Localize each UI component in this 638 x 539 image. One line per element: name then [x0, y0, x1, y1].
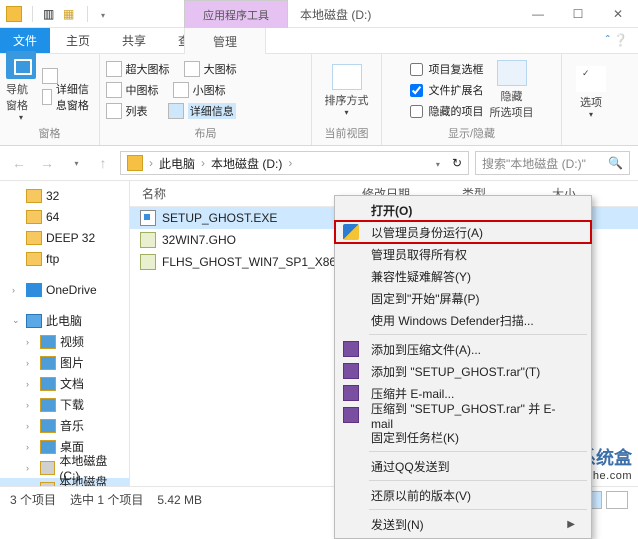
breadcrumb-thispc[interactable]: 此电脑: [159, 155, 195, 172]
pc-icon: [26, 314, 42, 328]
col-name: 名称: [130, 185, 350, 202]
rar-icon: [343, 407, 359, 423]
tree-folder-ftp[interactable]: ftp: [0, 248, 129, 269]
rar-icon: [343, 385, 359, 401]
status-count: 3 个项目: [10, 491, 56, 508]
view-thumbs-button[interactable]: [606, 491, 628, 509]
gho-icon: [140, 254, 156, 270]
tree-onedrive[interactable]: ›OneDrive: [0, 279, 129, 300]
back-button[interactable]: ←: [8, 152, 30, 174]
rar-icon: [343, 363, 359, 379]
view-list[interactable]: 列表 详细信息: [106, 102, 306, 120]
history-dropdown[interactable]: [64, 152, 86, 174]
search-placeholder: 搜索"本地磁盘 (D:)": [482, 155, 586, 172]
tree-thispc[interactable]: ⌄此电脑: [0, 310, 129, 331]
help-icon[interactable]: ˆ ❔: [606, 33, 628, 47]
context-menu: 打开(O) 以管理员身份运行(A) 管理员取得所有权 兼容性疑难解答(Y) 固定…: [334, 195, 592, 539]
tree-pictures[interactable]: ›图片: [0, 352, 129, 373]
breadcrumb-drive[interactable]: 本地磁盘 (D:): [211, 155, 282, 172]
ctx-compress-rar-email[interactable]: 压缩到 "SETUP_GHOST.rar" 并 E-mail: [335, 404, 591, 426]
ctx-run-as-admin[interactable]: 以管理员身份运行(A): [335, 221, 591, 243]
hide-icon: [497, 60, 527, 86]
chk-item-checkboxes[interactable]: 项目复选框: [410, 60, 484, 78]
close-button[interactable]: ✕: [598, 0, 638, 28]
shield-icon: [343, 224, 359, 240]
ctx-qq-send[interactable]: 通过QQ发送到: [335, 455, 591, 477]
ribbon: 导航窗格▾ 预览窗格 详细信息窗格 窗格 超大图标 大图标 中图标 小图标 列表…: [0, 54, 638, 146]
nav-tree[interactable]: 32 64 DEEP 32 ftp ›OneDrive ⌄此电脑 ›视频 ›图片…: [0, 181, 130, 495]
ctx-add-archive[interactable]: 添加到压缩文件(A)...: [335, 338, 591, 360]
sort-button[interactable]: 排序方式▾: [325, 64, 369, 117]
qat-dropdown-icon[interactable]: [98, 7, 112, 21]
exe-icon: [140, 210, 156, 226]
ctx-send-to[interactable]: 发送到(N)▶: [335, 513, 591, 535]
tree-folder-deep32[interactable]: DEEP 32: [0, 227, 129, 248]
up-button[interactable]: ↑: [92, 152, 114, 174]
title-bar: ▥ ▦ 应用程序工具 本地磁盘 (D:) — ☐ ✕: [0, 0, 638, 28]
group-current-label: 当前视图: [325, 122, 369, 145]
tree-folder-32[interactable]: 32: [0, 185, 129, 206]
ctx-take-ownership[interactable]: 管理员取得所有权: [335, 243, 591, 265]
search-icon: 🔍: [608, 156, 623, 170]
maximize-button[interactable]: ☐: [558, 0, 598, 28]
rar-icon: [343, 341, 359, 357]
ctx-compat-troubleshoot[interactable]: 兼容性疑难解答(Y): [335, 265, 591, 287]
search-box[interactable]: 搜索"本地磁盘 (D:)" 🔍: [475, 151, 630, 175]
tree-downloads[interactable]: ›下载: [0, 394, 129, 415]
forward-button[interactable]: →: [36, 152, 58, 174]
tree-documents[interactable]: ›文档: [0, 373, 129, 394]
qat-props-icon[interactable]: ▥: [43, 7, 57, 21]
addr-dropdown-icon[interactable]: [433, 156, 440, 170]
chk-file-ext[interactable]: 文件扩展名: [410, 81, 484, 99]
detail-pane-button[interactable]: 详细信息窗格: [42, 88, 93, 106]
onedrive-icon: [26, 283, 42, 297]
contextual-tab-app[interactable]: 应用程序工具: [184, 0, 288, 28]
gho-icon: [140, 232, 156, 248]
status-size: 5.42 MB: [157, 493, 202, 507]
tree-music[interactable]: ›音乐: [0, 415, 129, 436]
ctx-pin-taskbar[interactable]: 固定到任务栏(K): [335, 426, 591, 448]
options-button[interactable]: ✓选项▾: [569, 66, 613, 119]
quick-access-toolbar: ▥ ▦: [0, 6, 112, 22]
group-panes-label: 窗格: [39, 122, 61, 145]
chk-hidden[interactable]: 隐藏的项目: [410, 102, 484, 120]
minimize-button[interactable]: —: [518, 0, 558, 28]
tab-manage[interactable]: 管理: [184, 28, 266, 54]
nav-pane-icon: [6, 51, 36, 79]
status-selected: 选中 1 个项目: [70, 491, 143, 508]
sort-icon: [332, 64, 362, 90]
folder-icon: [127, 155, 143, 171]
group-layout-label: 布局: [195, 122, 217, 145]
group-showhide-label: 显示/隐藏: [448, 122, 495, 145]
address-bar-row: ← → ↑ › 此电脑 › 本地磁盘 (D:) › ↻ 搜索"本地磁盘 (D:)…: [0, 146, 638, 181]
tree-videos[interactable]: ›视频: [0, 331, 129, 352]
tree-folder-64[interactable]: 64: [0, 206, 129, 227]
folder-icon: [6, 6, 22, 22]
view-xl[interactable]: 超大图标 大图标: [106, 60, 306, 78]
refresh-icon[interactable]: ↻: [452, 156, 462, 170]
ctx-pin-start[interactable]: 固定到"开始"屏幕(P): [335, 287, 591, 309]
view-md[interactable]: 中图标 小图标: [106, 81, 306, 99]
ctx-defender-scan[interactable]: 使用 Windows Defender扫描...: [335, 309, 591, 331]
options-icon: ✓: [576, 66, 606, 92]
detail-icon: [42, 89, 52, 105]
submenu-arrow-icon: ▶: [567, 519, 575, 530]
qat-new-icon[interactable]: ▦: [63, 7, 77, 21]
hide-selected-button[interactable]: 隐藏 所选项目: [490, 60, 534, 120]
nav-pane-button[interactable]: 导航窗格▾: [6, 51, 36, 122]
ctx-restore-versions[interactable]: 还原以前的版本(V): [335, 484, 591, 506]
window-title: 本地磁盘 (D:): [300, 6, 371, 23]
address-bar[interactable]: › 此电脑 › 本地磁盘 (D:) › ↻: [120, 151, 469, 175]
tab-share[interactable]: 共享: [106, 28, 162, 53]
ctx-open[interactable]: 打开(O): [335, 199, 591, 221]
ctx-add-to-rar[interactable]: 添加到 "SETUP_GHOST.rar"(T): [335, 360, 591, 382]
